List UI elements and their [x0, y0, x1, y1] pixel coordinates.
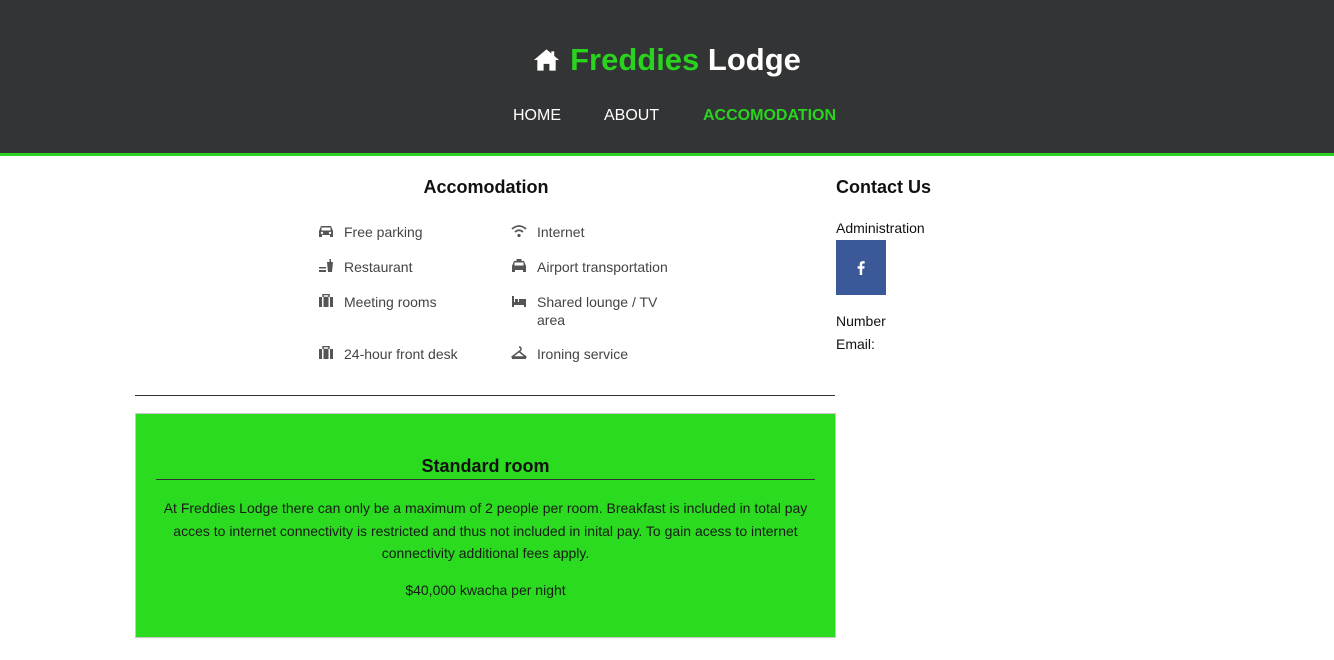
nav-home[interactable]: HOME — [513, 104, 561, 128]
amenity-label: 24-hour front desk — [344, 346, 458, 362]
amenity-label: Ironing service — [537, 346, 629, 362]
amenity-label: Shared lounge / TV area — [537, 294, 658, 328]
car-icon — [318, 223, 344, 241]
section-divider — [135, 395, 835, 396]
facebook-icon — [857, 260, 865, 275]
room-card: Standard room At Freddies Lodge there ca… — [135, 413, 836, 638]
amenity-ironing-service: Ironing service — [511, 345, 628, 363]
amenity-airport-transportation: Airport transportation — [511, 258, 668, 276]
amenity-free-parking: Free parking — [318, 223, 423, 241]
amenity-label: Meeting rooms — [344, 294, 437, 310]
brand-name-second: Lodge — [707, 42, 801, 77]
wifi-icon — [511, 223, 537, 241]
nav-accommodation[interactable]: ACCOMODATION — [703, 104, 836, 128]
amenity-label: Internet — [537, 224, 585, 240]
room-price: $40,000 kwacha per night — [405, 582, 566, 598]
room-description: At Freddies Lodge there can only be a ma… — [163, 500, 808, 561]
contact-title: Contact Us — [836, 177, 932, 197]
brand-name-first: Freddies — [570, 42, 700, 77]
facebook-button[interactable] — [836, 240, 886, 295]
site-brand[interactable]: Freddies Lodge — [0, 38, 1334, 82]
briefcase-icon — [318, 293, 344, 311]
amenity-restaurant: Restaurant — [318, 258, 412, 276]
hanger-icon — [511, 345, 537, 363]
room-title: Standard room — [156, 454, 815, 480]
amenity-internet: Internet — [511, 223, 584, 241]
email-label: Email: — [836, 336, 875, 352]
admin-label: Administration — [836, 220, 925, 236]
number-label: Number — [836, 313, 886, 329]
amenity-front-desk: 24-hour front desk — [318, 345, 458, 363]
briefcase-icon — [318, 345, 344, 363]
amenity-label: Free parking — [344, 224, 423, 240]
amenity-shared-lounge: Shared lounge / TV area — [511, 293, 661, 329]
home-icon — [534, 49, 560, 71]
restaurant-icon — [318, 258, 344, 276]
accommodation-title: Accomodation — [423, 177, 549, 197]
site-header: Freddies Lodge HOME ABOUT ACCOMODATION — [0, 0, 1334, 156]
amenity-meeting-rooms: Meeting rooms — [318, 293, 437, 311]
bed-icon — [511, 293, 537, 329]
taxi-icon — [511, 258, 537, 276]
amenity-label: Restaurant — [344, 259, 413, 275]
nav-about[interactable]: ABOUT — [604, 104, 659, 128]
amenity-label: Airport transportation — [537, 259, 668, 275]
